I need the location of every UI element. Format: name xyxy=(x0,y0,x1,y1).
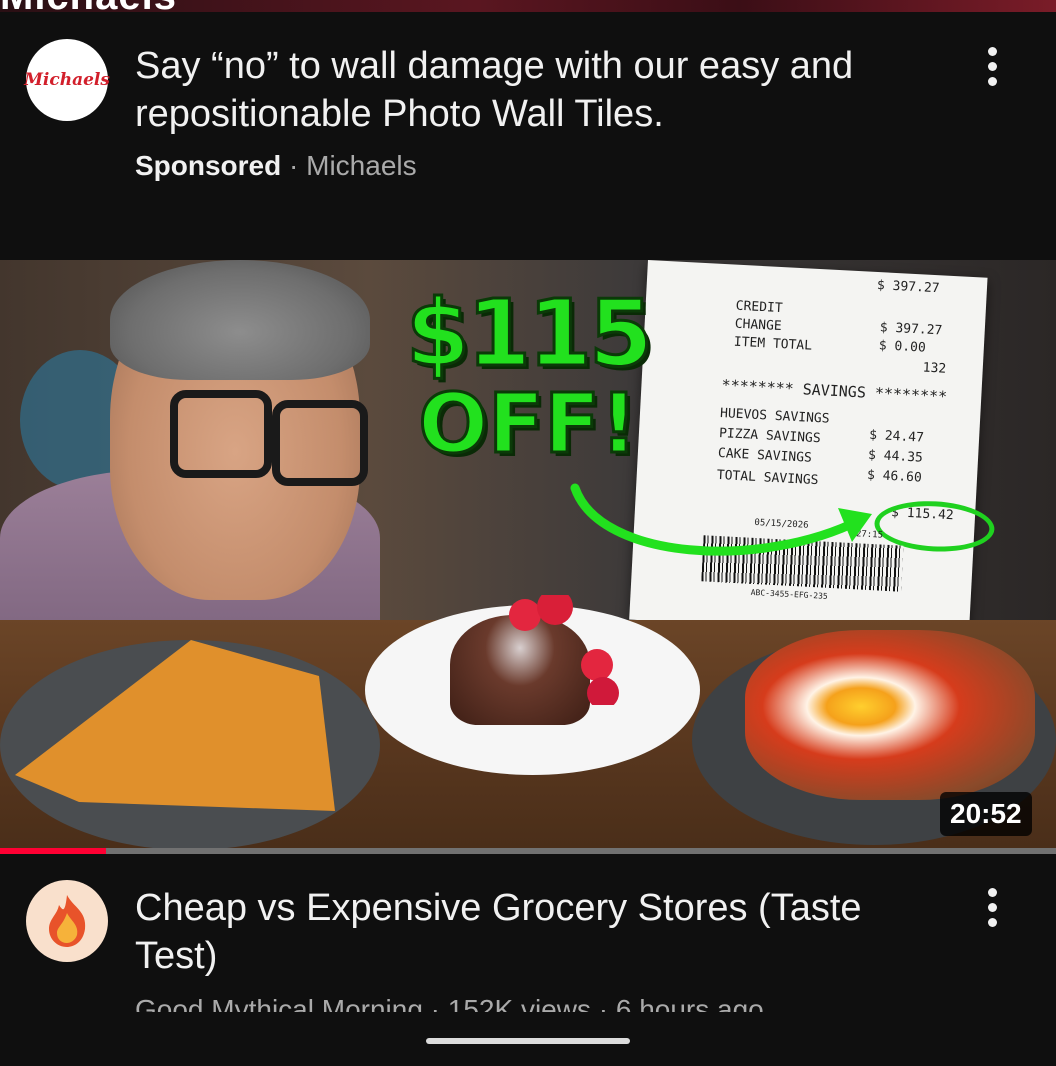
receipt-cake-label: CAKE SAVINGS xyxy=(717,445,813,466)
receipt: $ 397.27 CREDIT CHANGE ITEM TOTAL $ 397.… xyxy=(629,260,996,638)
receipt-item-total-value: 132 xyxy=(922,360,947,377)
advertiser-logo-text: Michaels xyxy=(24,70,110,90)
promo-text: $115 OFF! xyxy=(388,280,668,472)
video-thumbnail[interactable]: $ 397.27 CREDIT CHANGE ITEM TOTAL $ 397.… xyxy=(0,260,1056,848)
meta-separator: · xyxy=(281,150,307,181)
promo-off: OFF! xyxy=(417,377,639,472)
receipt-item-total-label: ITEM TOTAL xyxy=(733,334,813,354)
receipt-pizza-label: PIZZA SAVINGS xyxy=(718,425,822,447)
channel-avatar[interactable] xyxy=(26,880,108,962)
receipt-total: $ 397.27 xyxy=(876,278,940,297)
ad-title[interactable]: Say “no” to wall damage with our easy an… xyxy=(135,42,935,138)
receipt-huevos-label: HUEVOS SAVINGS xyxy=(719,405,830,427)
receipt-savings-header: ******** SAVINGS ******** xyxy=(721,376,948,406)
more-vert-icon[interactable] xyxy=(972,877,1012,937)
video-meta: Good Mythical Morning · 152K views · 6 h… xyxy=(135,994,764,1012)
advertiser-avatar[interactable]: Michaels xyxy=(24,39,110,121)
advertiser-name[interactable]: Michaels xyxy=(306,150,416,181)
receipt-code: ABC-3455-EFG-235 xyxy=(750,587,828,601)
previous-thumbnail[interactable]: Michaels xyxy=(0,0,1056,12)
raspberries xyxy=(509,595,619,705)
huevos-rancheros xyxy=(745,630,1035,800)
video-duration: 20:52 xyxy=(940,792,1032,836)
video-title[interactable]: Cheap vs Expensive Grocery Stores (Taste… xyxy=(135,884,935,980)
watch-progress-fill xyxy=(0,848,106,854)
receipt-change-value: $ 0.00 xyxy=(878,338,927,356)
receipt-credit-value: $ 397.27 xyxy=(879,320,943,339)
flame-logo-icon xyxy=(49,895,86,947)
ad-meta: Sponsored · Michaels xyxy=(135,150,417,182)
home-indicator[interactable] xyxy=(426,1038,630,1044)
receipt-pizza-value: $ 44.35 xyxy=(867,447,924,466)
glasses-right-lens xyxy=(272,400,368,486)
receipt-huevos-value: $ 24.47 xyxy=(868,427,925,446)
person-hair xyxy=(110,260,370,380)
glasses-left-lens xyxy=(170,390,272,478)
watch-progress-track xyxy=(0,848,1056,854)
more-vert-icon[interactable] xyxy=(972,36,1012,96)
promo-price: $115 xyxy=(404,280,654,387)
green-arrow xyxy=(570,483,872,556)
sponsored-label: Sponsored xyxy=(135,150,282,181)
receipt-credit-label: CREDIT xyxy=(735,298,784,317)
previous-thumbnail-text: Michaels xyxy=(0,0,177,12)
receipt-change-label: CHANGE xyxy=(734,316,783,335)
